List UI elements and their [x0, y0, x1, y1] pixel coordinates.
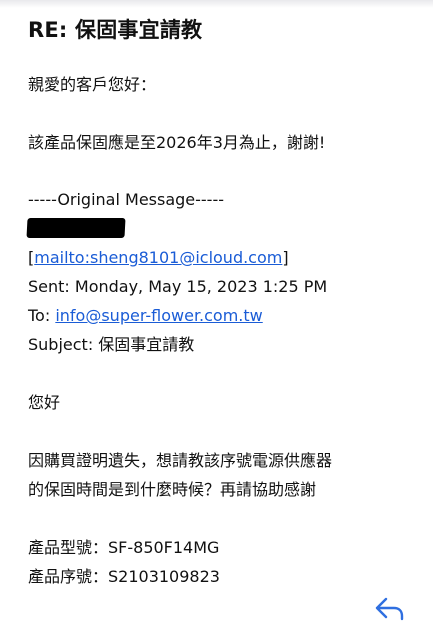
- product-model: 產品型號：SF-850F14MG: [28, 538, 220, 557]
- body-line-1: 因購買證明遺失，想請教該序號電源供應器: [28, 451, 333, 470]
- redacted-sender: [26, 218, 126, 238]
- original-greeting: 您好: [28, 393, 61, 412]
- original-subject: Subject: 保固事宜請教: [28, 335, 195, 354]
- to-email-link[interactable]: info@super-flower.com.tw: [55, 306, 262, 325]
- original-message-divider: -----Original Message-----: [28, 190, 224, 209]
- reply-arrow-icon[interactable]: [374, 596, 406, 622]
- bracket-close: ]: [282, 248, 289, 267]
- warranty-answer: 該產品保固應是至2026年3月為止，謝謝!: [28, 133, 326, 152]
- to-label: To:: [28, 306, 56, 325]
- product-serial: 產品序號：S2103109823: [28, 567, 220, 586]
- mailto-link[interactable]: mailto:sheng8101@icloud.com: [34, 248, 282, 267]
- to-line: To: info@super-flower.com.tw: [28, 305, 263, 327]
- greeting: 親愛的客戶您好：: [28, 75, 157, 94]
- mailto-line: [mailto:sheng8101@icloud.com]: [28, 247, 289, 269]
- email-subject: RE: 保固事宜請教: [28, 18, 203, 42]
- body-line-2: 的保固時間是到什麼時候？再請協助感謝: [28, 480, 317, 499]
- top-shadow: [0, 0, 433, 8]
- sent-line: Sent: Monday, May 15, 2023 1:25 PM: [28, 277, 328, 296]
